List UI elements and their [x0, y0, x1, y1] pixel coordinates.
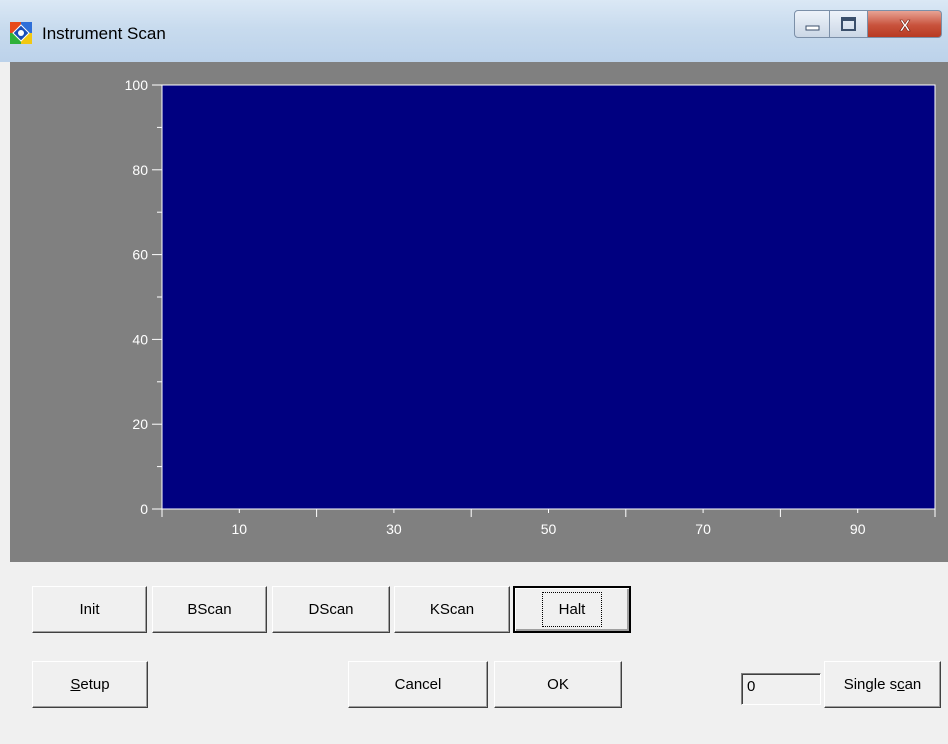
single-scan-button[interactable]: Single s c an — [824, 661, 941, 708]
title-bar[interactable]: Instrument Scan X — [0, 0, 948, 63]
x-tick-label: 90 — [850, 521, 866, 537]
close-button[interactable]: X — [868, 10, 942, 38]
maximize-button[interactable] — [830, 10, 868, 38]
single-scan-label-end: an — [904, 676, 922, 693]
x-tick-label: 50 — [541, 521, 557, 537]
y-tick-label: 20 — [132, 416, 148, 432]
bscan-button[interactable]: BScan — [152, 586, 267, 633]
scan-plot: 0 20 40 60 80 100 10 30 50 70 90 — [10, 62, 948, 562]
kscan-button[interactable]: KScan — [394, 586, 510, 633]
single-scan-mnemonic: c — [897, 676, 905, 693]
app-logo-icon — [10, 22, 32, 44]
x-tick-label: 70 — [695, 521, 711, 537]
close-icon: X — [899, 18, 911, 36]
setup-button[interactable]: Setup — [32, 661, 148, 708]
halt-button[interactable]: Halt — [513, 586, 631, 633]
window-left-border — [0, 62, 10, 744]
minimize-icon — [805, 25, 820, 31]
maximize-icon — [841, 17, 856, 31]
x-tick-label: 10 — [232, 521, 248, 537]
dscan-button[interactable]: DScan — [272, 586, 390, 633]
y-tick-label: 60 — [132, 247, 148, 263]
halt-button-label: Halt — [541, 592, 603, 627]
setup-mnemonic: S — [70, 676, 81, 693]
ok-button[interactable]: OK — [494, 661, 622, 708]
plot-background — [161, 84, 936, 510]
svg-text:X: X — [900, 18, 911, 35]
instrument-scan-window: Instrument Scan X 0 20 40 60 80 100 10 30 50 70 90… — [0, 0, 948, 744]
minimize-button[interactable] — [794, 10, 830, 38]
cancel-button[interactable]: Cancel — [348, 661, 488, 708]
window-title: Instrument Scan — [42, 24, 166, 43]
y-tick-label: 0 — [140, 501, 148, 517]
single-scan-label-start: Single s — [843, 676, 898, 693]
x-tick-label: 30 — [386, 521, 402, 537]
setup-label: etup — [80, 676, 110, 693]
init-button[interactable]: Init — [32, 586, 147, 633]
scan-chart: 0 20 40 60 80 100 10 30 50 70 90 — [125, 77, 936, 537]
y-tick-label: 100 — [125, 77, 149, 93]
y-tick-label: 80 — [132, 162, 148, 178]
scan-count-field[interactable]: 0 — [741, 673, 821, 705]
y-tick-label: 40 — [132, 331, 148, 347]
